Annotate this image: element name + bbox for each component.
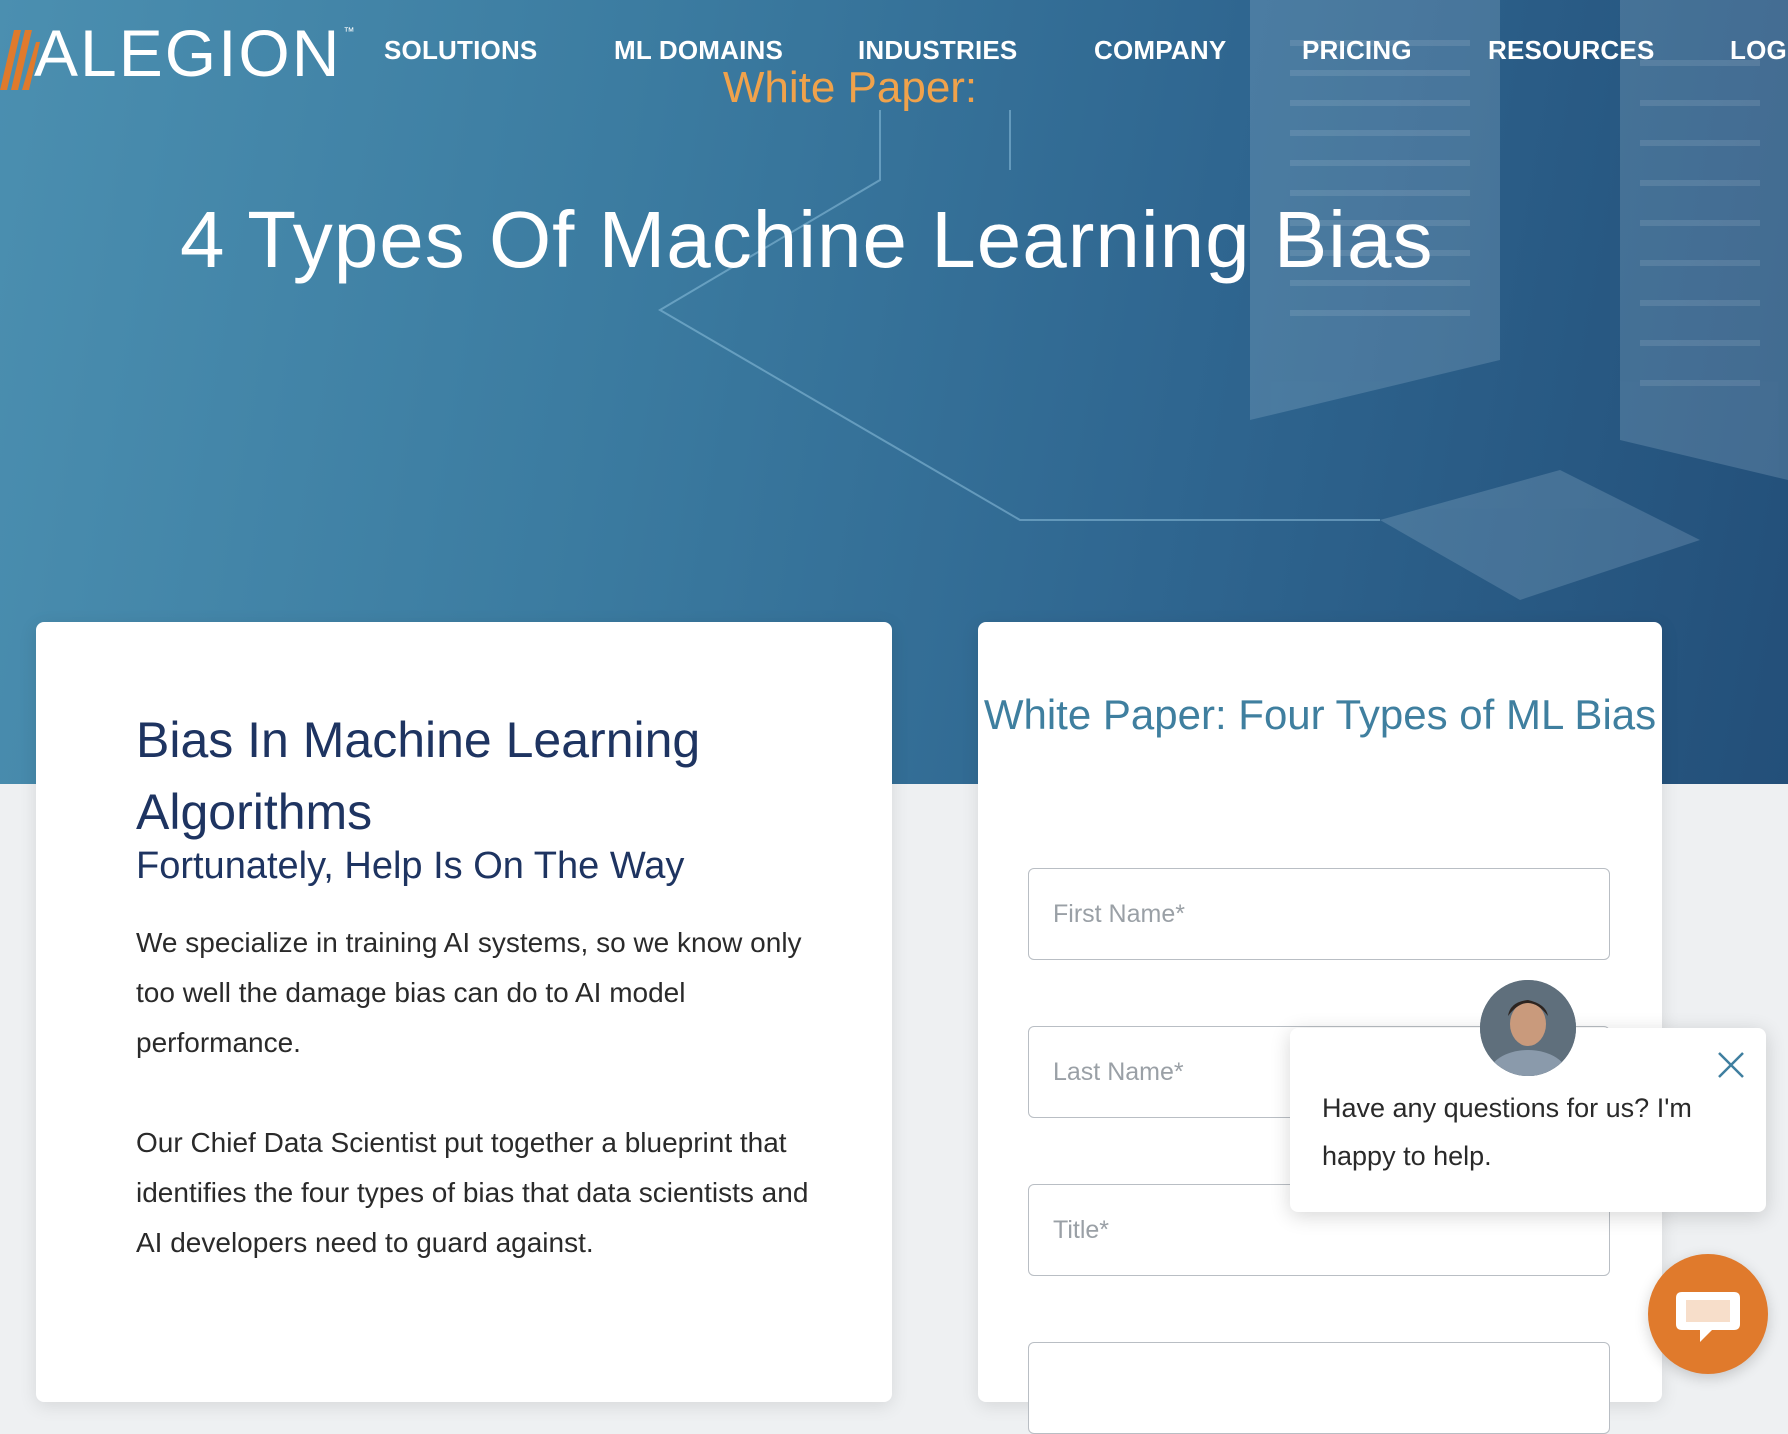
hero-eyebrow: White Paper:	[722, 63, 978, 112]
close-icon[interactable]	[1714, 1048, 1748, 1082]
hero-title: 4 Types Of Machine Learning Bias	[180, 195, 1434, 284]
agent-photo-icon	[1480, 980, 1576, 1076]
form-title: White Paper: Four Types of ML Bias	[983, 691, 1657, 738]
first-name-field[interactable]	[1028, 868, 1610, 960]
intro-card: Bias In Machine Learning Algorithms Fort…	[36, 622, 892, 1402]
chat-launcher-button[interactable]	[1648, 1254, 1768, 1374]
next-form-field[interactable]	[1028, 1342, 1610, 1434]
nav-item-login[interactable]: LOG	[1730, 30, 1787, 70]
logo-trademark: ™	[343, 26, 355, 38]
intro-heading: Bias In Machine Learning Algorithms	[136, 712, 701, 840]
intro-subheading: Fortunately, Help Is On The Way	[136, 845, 685, 887]
agent-avatar	[1480, 980, 1576, 1076]
chat-message: Have any questions for us? I'm happy to …	[1322, 1093, 1692, 1171]
chat-bubble-icon	[1676, 1292, 1740, 1342]
intro-paragraph-2: Our Chief Data Scientist put together a …	[136, 1127, 809, 1258]
intro-paragraph-1: We specialize in training AI systems, so…	[136, 927, 802, 1058]
